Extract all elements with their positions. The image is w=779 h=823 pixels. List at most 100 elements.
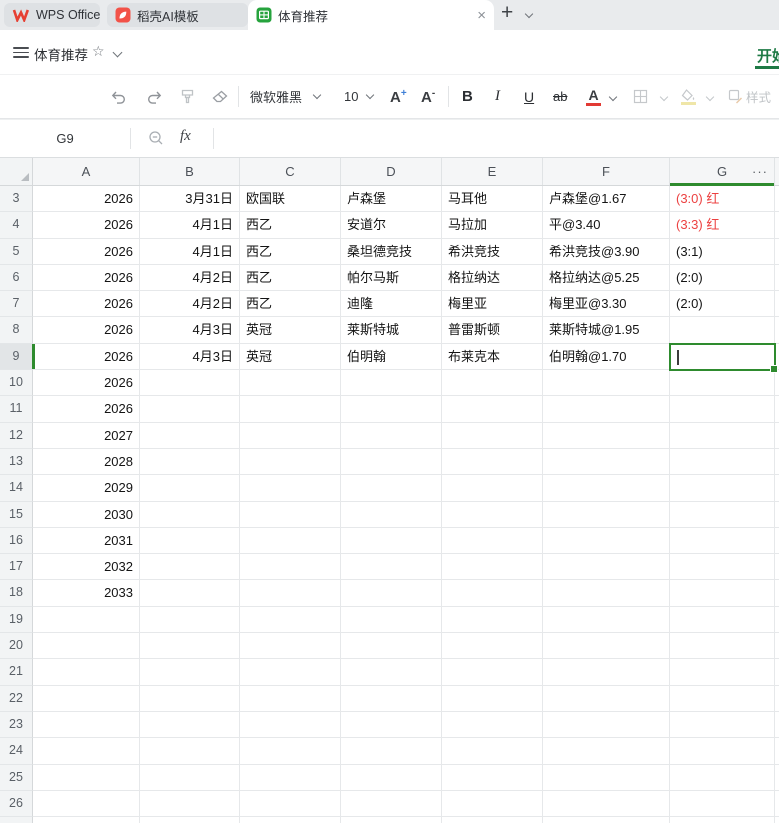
cell-E7[interactable]: 梅里亚 (442, 291, 543, 318)
cell-C26[interactable] (240, 790, 341, 818)
cell-C19[interactable] (240, 606, 341, 634)
cell-A11[interactable]: 2026 (33, 396, 140, 423)
cell-F7[interactable]: 梅里亚@3.30 (543, 291, 670, 318)
cell-E14[interactable] (442, 475, 543, 502)
cell-E15[interactable] (442, 501, 543, 528)
fill-handle[interactable] (770, 365, 778, 374)
cell-E4[interactable]: 马拉加 (442, 212, 543, 239)
new-tab-button[interactable]: + (501, 1, 513, 25)
font-name-select[interactable]: 微软雅黑 (250, 75, 322, 118)
cell-B8[interactable]: 4月3日 (140, 317, 240, 344)
cell-F26[interactable] (543, 790, 670, 818)
cell-D7[interactable]: 迪隆 (341, 291, 442, 318)
cell-D10[interactable] (341, 370, 442, 397)
row-header-24[interactable]: 24 (0, 738, 33, 765)
cell-E12[interactable] (442, 422, 543, 449)
cell-D6[interactable]: 帕尔马斯 (341, 264, 442, 292)
increase-font-size-button[interactable]: A+ (390, 75, 407, 118)
cell-E23[interactable] (442, 711, 543, 739)
cell-B12[interactable] (140, 422, 240, 449)
italic-button[interactable]: I (495, 75, 500, 118)
cell-B17[interactable] (140, 554, 240, 581)
cell-D9[interactable]: 伯明翰 (341, 343, 442, 371)
cell-C7[interactable]: 西乙 (240, 291, 341, 318)
row-header-22[interactable]: 22 (0, 685, 33, 712)
cell-B5[interactable]: 4月1日 (140, 238, 240, 265)
cell-D16[interactable] (341, 527, 442, 555)
cell-F8[interactable]: 莱斯特城@1.95 (543, 317, 670, 344)
row-header-11[interactable]: 11 (0, 396, 33, 423)
cell-D18[interactable] (341, 580, 442, 607)
cell-G10[interactable] (670, 370, 775, 397)
decrease-font-size-button[interactable]: A- (421, 75, 435, 118)
col-header-A[interactable]: A (33, 158, 140, 185)
cell-G15[interactable] (670, 501, 775, 528)
cell-C13[interactable] (240, 448, 341, 476)
cell-A22[interactable] (33, 685, 140, 712)
row-header-10[interactable]: 10 (0, 370, 33, 397)
cell-F6[interactable]: 格拉纳达@5.25 (543, 264, 670, 292)
cell-C27[interactable] (240, 817, 341, 823)
name-box[interactable]: G9 (0, 120, 130, 157)
cell-G20[interactable] (670, 633, 775, 660)
cell-C23[interactable] (240, 711, 341, 739)
cell-E19[interactable] (442, 606, 543, 634)
cell-G13[interactable] (670, 448, 775, 476)
cell-A19[interactable] (33, 606, 140, 634)
row-header-17[interactable]: 17 (0, 554, 33, 581)
cell-C9[interactable]: 英冠 (240, 343, 341, 371)
cell-A21[interactable] (33, 659, 140, 686)
cell-G23[interactable] (670, 711, 775, 739)
row-header-12[interactable]: 12 (0, 422, 33, 449)
cell-F17[interactable] (543, 554, 670, 581)
cell-B16[interactable] (140, 527, 240, 555)
zoom-search-icon[interactable] (148, 130, 165, 147)
cell-F14[interactable] (543, 475, 670, 502)
row-header-14[interactable]: 14 (0, 475, 33, 502)
cell-A16[interactable]: 2031 (33, 527, 140, 555)
cell-D17[interactable] (341, 554, 442, 581)
main-menu-icon[interactable] (13, 47, 29, 58)
cell-E27[interactable] (442, 817, 543, 823)
cell-B4[interactable]: 4月1日 (140, 212, 240, 239)
ribbon-tab-home[interactable]: 开始 (757, 45, 779, 66)
cell-D14[interactable] (341, 475, 442, 502)
cell-B9[interactable]: 4月3日 (140, 343, 240, 371)
cell-E11[interactable] (442, 396, 543, 423)
row-header-4[interactable]: 4 (0, 212, 33, 239)
cell-A7[interactable]: 2026 (33, 291, 140, 318)
font-color-chevron-icon[interactable] (608, 92, 618, 102)
row-header-7[interactable]: 7 (0, 291, 33, 318)
cell-D3[interactable]: 卢森堡 (341, 186, 442, 213)
cell-A13[interactable]: 2028 (33, 448, 140, 476)
row-header-5[interactable]: 5 (0, 238, 33, 265)
cell-C21[interactable] (240, 659, 341, 686)
formula-input[interactable] (222, 120, 779, 157)
cell-A15[interactable]: 2030 (33, 501, 140, 528)
cell-G14[interactable] (670, 475, 775, 502)
cell-A6[interactable]: 2026 (33, 264, 140, 292)
cell-E21[interactable] (442, 659, 543, 686)
cell-B18[interactable] (140, 580, 240, 607)
cell-E10[interactable] (442, 370, 543, 397)
cell-C18[interactable] (240, 580, 341, 607)
cell-B27[interactable] (140, 817, 240, 823)
cell-F18[interactable] (543, 580, 670, 607)
cell-D5[interactable]: 桑坦德竞技 (341, 238, 442, 265)
row-header-25[interactable]: 25 (0, 764, 33, 791)
cell-A23[interactable] (33, 711, 140, 739)
cell-B14[interactable] (140, 475, 240, 502)
strikethrough-button[interactable]: ab (553, 75, 567, 118)
row-header-15[interactable]: 15 (0, 501, 33, 528)
format-painter-button[interactable] (179, 75, 196, 118)
cell-F16[interactable] (543, 527, 670, 555)
cell-F23[interactable] (543, 711, 670, 739)
active-cell-selection[interactable] (669, 342, 778, 374)
cell-G25[interactable] (670, 764, 775, 791)
cell-F24[interactable] (543, 738, 670, 765)
cell-F22[interactable] (543, 685, 670, 712)
cell-A5[interactable]: 2026 (33, 238, 140, 265)
row-header-23[interactable]: 23 (0, 711, 33, 739)
cell-F19[interactable] (543, 606, 670, 634)
cell-A24[interactable] (33, 738, 140, 765)
